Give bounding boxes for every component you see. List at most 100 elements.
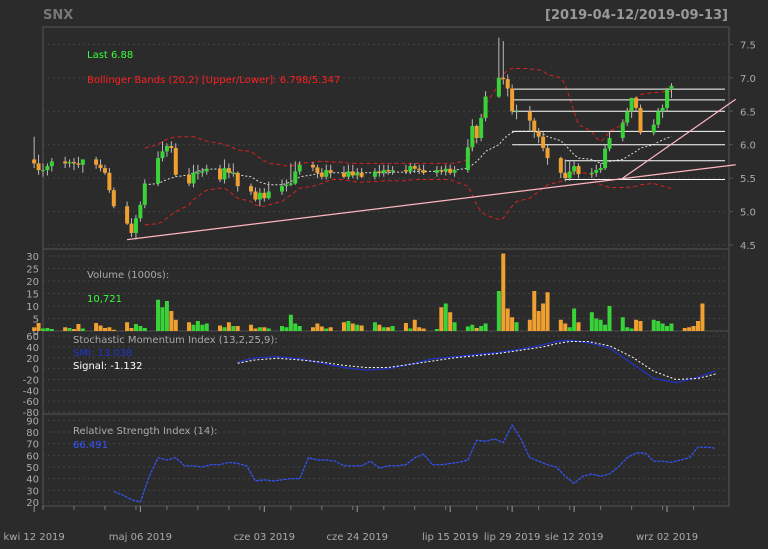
volume-bar — [696, 321, 701, 331]
candle-body — [545, 148, 550, 159]
volume-bar — [682, 328, 687, 331]
candle-body — [63, 161, 68, 164]
volume-bar — [634, 319, 639, 331]
volume-tick-label: 15 — [26, 290, 39, 301]
volume-bar — [603, 324, 608, 331]
volume-bar — [107, 327, 112, 331]
volume-bar — [465, 326, 470, 331]
candle-body — [45, 166, 50, 171]
candle-body — [355, 172, 360, 176]
volume-bar — [94, 323, 99, 331]
volume-bar — [257, 327, 262, 331]
x-tick-label: cze 24 2019 — [327, 532, 388, 543]
candle-body — [36, 163, 41, 171]
rsi-tick-label: 30 — [26, 486, 39, 497]
candle-body — [257, 192, 262, 200]
candle-body — [403, 170, 408, 172]
candle-body — [656, 111, 661, 125]
smi-signal-label: Signal: -1.132 — [73, 361, 143, 372]
candle-body — [479, 117, 484, 138]
volume-bar — [173, 319, 178, 331]
volume-bar — [49, 329, 54, 331]
candle-body — [319, 172, 324, 177]
candle-body — [191, 172, 196, 184]
volume-bar — [501, 253, 506, 331]
candle-body — [102, 168, 107, 173]
volume-bar — [288, 314, 293, 331]
candle-body — [125, 206, 130, 224]
candle-body — [669, 85, 674, 90]
candle-body — [138, 204, 143, 219]
volume-bar — [111, 329, 116, 331]
candle-body — [465, 147, 470, 171]
chart-date-range: [2019-04-12/2019-09-13] — [545, 8, 728, 23]
rsi-tick-label: 90 — [26, 416, 39, 427]
volume-bar — [687, 327, 692, 331]
volume-bar — [45, 328, 50, 331]
x-tick-label: kwi 12 2019 — [4, 532, 65, 543]
volume-bar — [315, 323, 320, 331]
candle-body — [187, 174, 192, 184]
volume-tick-label: 30 — [26, 252, 39, 263]
volume-bar — [279, 326, 284, 331]
volume-bar — [479, 326, 484, 331]
last-price-label: Last 6.88 — [87, 50, 133, 61]
price-tick-label: 6.0 — [740, 141, 756, 152]
volume-bar — [536, 311, 541, 331]
volume-bar — [545, 292, 550, 331]
candle-body — [107, 172, 112, 191]
candle-body — [350, 171, 355, 176]
candle-body — [620, 122, 625, 138]
volume-bar — [651, 319, 656, 331]
volume-bar — [355, 324, 360, 331]
candle-body — [381, 170, 386, 173]
candle-body — [164, 146, 169, 152]
volume-bar — [576, 322, 581, 331]
smi-tick-label: 60 — [26, 332, 39, 343]
candle-body — [218, 168, 223, 180]
candle-body — [200, 171, 205, 173]
volume-bar — [164, 301, 169, 331]
candle-body — [67, 162, 72, 164]
volume-bar — [594, 318, 599, 331]
candle-body — [607, 138, 612, 149]
candle-body — [421, 170, 426, 173]
volume-bar — [310, 327, 315, 331]
volume-bar — [102, 328, 107, 331]
candle-body — [346, 171, 351, 177]
volume-bar — [133, 324, 138, 331]
volume-bar — [284, 327, 289, 331]
rsi-tick-label: 50 — [26, 463, 39, 474]
price-tick-label: 5.0 — [740, 208, 756, 219]
candle-body — [408, 166, 413, 172]
candle-body — [439, 170, 444, 172]
rsi-tick-label: 20 — [26, 498, 39, 509]
price-tick-label: 4.5 — [740, 241, 756, 252]
chart-canvas: SNX [2019-04-12/2019-09-13] 4.5 5.0 5.5 6.0… — [4, 8, 756, 543]
volume-bar — [691, 326, 696, 331]
volume-bar — [386, 327, 391, 331]
candle-body — [266, 191, 271, 199]
volume-bar — [607, 306, 612, 331]
volume-bar — [470, 324, 475, 331]
candle-body — [359, 172, 364, 177]
volume-bar — [222, 327, 227, 331]
volume-bar — [638, 321, 643, 331]
volume-bar — [169, 311, 174, 331]
volume-bar — [204, 323, 209, 331]
candle-body — [598, 168, 603, 171]
volume-bar — [266, 328, 271, 331]
smi-tick-label: -20 — [23, 375, 39, 386]
x-tick-label: cze 03 2019 — [234, 532, 295, 543]
candle-body — [315, 167, 320, 173]
volume-bar — [160, 307, 165, 331]
candle-body — [576, 166, 581, 175]
volume-bar — [656, 321, 661, 331]
volume-bar — [63, 327, 68, 331]
price-tick-label: 7.5 — [740, 40, 756, 51]
volume-bar — [669, 323, 674, 331]
volume-bar — [443, 303, 448, 331]
candle-body — [386, 170, 391, 172]
rsi-value-label: 66.491 — [73, 440, 108, 451]
volume-bar — [36, 323, 41, 331]
